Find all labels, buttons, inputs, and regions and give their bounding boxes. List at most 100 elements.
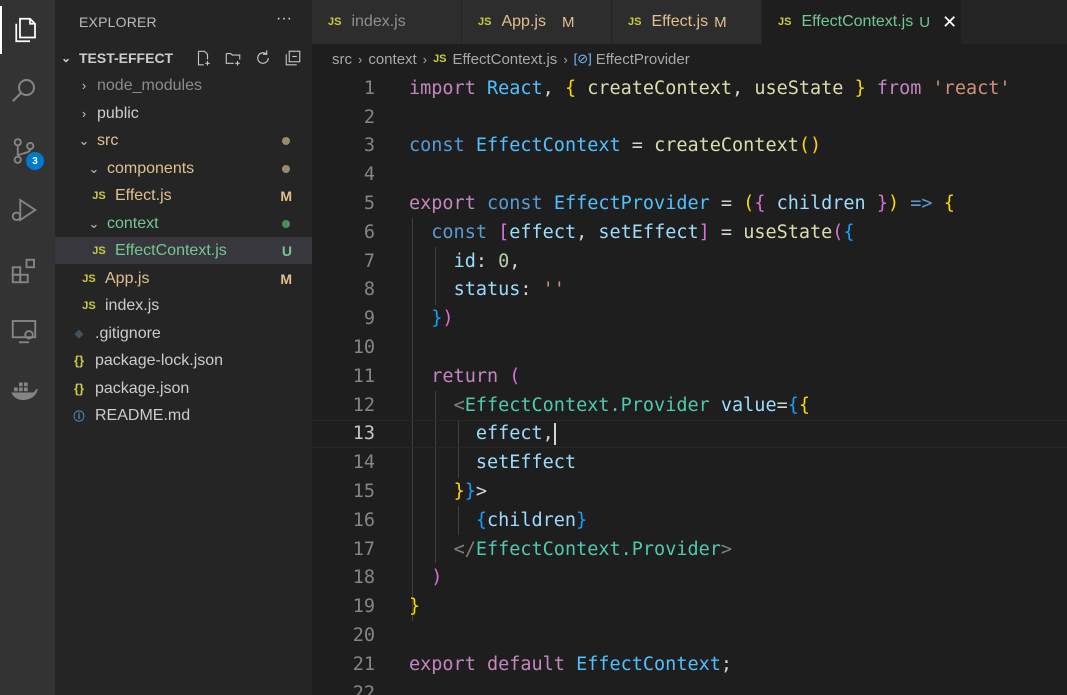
code-text[interactable]: }) [409, 308, 453, 329]
line-number: 9 [363, 308, 375, 330]
tree-item-package-json[interactable]: {} package.json [55, 375, 312, 402]
code-text[interactable]: const EffectContext = createContext() [409, 135, 821, 156]
code-line[interactable]: 10 [312, 333, 1067, 362]
line-number: 11 [352, 365, 375, 387]
tree-item-label: index.js [105, 296, 160, 314]
code-line[interactable]: 21 export default EffectContext; [312, 650, 1067, 679]
new-file-icon[interactable] [192, 48, 214, 68]
code-line[interactable]: 7 id: 0, [312, 247, 1067, 276]
code-line[interactable]: 18 ) [312, 564, 1067, 593]
tree-item-gitignore[interactable]: ◆ .gitignore [55, 320, 312, 347]
tree-item-components[interactable]: ⌄ components [55, 155, 312, 182]
untracked-dot-icon [282, 219, 290, 228]
more-actions-icon[interactable]: ··· [276, 10, 292, 28]
line-number: 18 [352, 567, 375, 589]
tree-item-app-js[interactable]: JS App.js M [55, 265, 312, 292]
code-line[interactable]: 22 [312, 679, 1067, 695]
search-icon[interactable] [0, 66, 48, 114]
code-line[interactable]: 1 import React, { createContext, useState… [312, 74, 1067, 103]
code-line[interactable]: 13 effect, [312, 419, 1067, 449]
refresh-icon[interactable] [252, 48, 274, 68]
code-line[interactable]: 9 }) [312, 304, 1067, 333]
json-file-icon: {} [73, 353, 85, 368]
code-line[interactable]: 4 [312, 160, 1067, 189]
code-line[interactable]: 19} [312, 592, 1067, 621]
symbol-variable-icon: [⊘] [573, 51, 592, 66]
collapse-all-icon[interactable] [282, 48, 304, 68]
code-text[interactable]: id: 0, [409, 251, 521, 272]
code-text[interactable]: import React, { createContext, useState … [409, 78, 1011, 99]
code-line[interactable]: 11 return ( [312, 362, 1067, 391]
project-section-header[interactable]: ⌄ TEST-EFFECT [55, 44, 312, 72]
chevron-right-icon: › [563, 51, 568, 67]
docker-icon[interactable] [0, 366, 48, 414]
tree-item-effect-js[interactable]: JS Effect.js M [55, 182, 312, 209]
git-status-badge: U [919, 13, 931, 31]
breadcrumb-item[interactable]: EffectContext.js [453, 51, 558, 68]
code-text[interactable]: }}> [409, 481, 487, 502]
new-folder-icon[interactable] [222, 48, 244, 68]
text-cursor [553, 422, 556, 445]
tree-item-src[interactable]: ⌄ src [55, 127, 312, 154]
line-number: 22 [352, 682, 375, 695]
code-text[interactable]: export default EffectContext; [409, 654, 732, 675]
code-text[interactable]: const [effect, setEffect] = useState({ [409, 222, 854, 243]
tree-item-index-js[interactable]: JS index.js [55, 292, 312, 319]
code-text[interactable]: } [409, 596, 420, 617]
code-line[interactable]: 6 const [effect, setEffect] = useState({ [312, 218, 1067, 247]
tree-item-label: README.md [95, 406, 191, 424]
explorer-icon[interactable] [0, 6, 48, 54]
code-line[interactable]: 12 <EffectContext.Provider value={{ [312, 391, 1067, 420]
tree-item-public[interactable]: › public [55, 100, 312, 127]
js-file-icon: JS [433, 53, 447, 65]
tree-item-effectcontext-js[interactable]: JS EffectContext.js U [55, 237, 312, 264]
code-line[interactable]: 17 </EffectContext.Provider> [312, 535, 1067, 564]
code-text[interactable]: status: '' [409, 279, 565, 300]
tree-item-label: App.js [105, 269, 150, 287]
tree-item-label: public [97, 104, 139, 122]
chevron-right-icon: › [422, 51, 428, 67]
line-number: 7 [363, 250, 375, 272]
code-line[interactable]: 15 }}> [312, 477, 1067, 506]
code-text[interactable]: {children} [409, 510, 587, 531]
close-tab-icon[interactable]: ✕ [942, 12, 957, 33]
code-text[interactable]: effect, [409, 422, 556, 445]
code-text[interactable]: setEffect [409, 452, 576, 473]
breadcrumb-item[interactable]: src [332, 51, 352, 68]
js-file-icon: JS [478, 16, 492, 28]
code-text[interactable]: return ( [409, 366, 520, 387]
code-line[interactable]: 8 status: '' [312, 276, 1067, 305]
tab-label: EffectContext.js [801, 13, 914, 30]
code-line[interactable]: 2 [312, 103, 1067, 132]
code-line[interactable]: 14 setEffect [312, 448, 1067, 477]
code-text[interactable]: </EffectContext.Provider> [409, 539, 732, 560]
tree-item-label: package.json [95, 379, 190, 397]
tab-app-js[interactable]: JS App.js M [462, 0, 612, 44]
code-editor[interactable]: 1 import React, { createContext, useState… [312, 74, 1067, 695]
project-name: TEST-EFFECT [79, 50, 174, 66]
extensions-icon[interactable] [0, 247, 48, 295]
breadcrumb-item[interactable]: context [368, 51, 416, 68]
js-file-icon: JS [82, 272, 96, 285]
tree-item-readme-md[interactable]: ⓘ README.md [55, 402, 312, 429]
code-line[interactable]: 5 export const EffectProvider = ({ childr… [312, 189, 1067, 218]
tab-index-js[interactable]: JS index.js [312, 0, 462, 44]
tree-item-package-lock-json[interactable]: {} package-lock.json [55, 347, 312, 374]
tab-effect-js[interactable]: JS Effect.js M [612, 0, 762, 44]
info-file-icon: ⓘ [73, 410, 85, 423]
code-text[interactable]: ) [409, 567, 442, 588]
run-debug-icon[interactable] [0, 186, 48, 234]
tree-item-node-modules[interactable]: › node_modules [55, 72, 312, 99]
remote-explorer-icon[interactable] [0, 307, 48, 355]
tab-effectcontext-js[interactable]: JS EffectContext.js U ✕ [762, 0, 962, 44]
code-line[interactable]: 16 {children} [312, 506, 1067, 535]
chevron-right-icon: › [81, 78, 87, 93]
code-text[interactable]: <EffectContext.Provider value={{ [409, 395, 810, 416]
code-text[interactable]: export const EffectProvider = ({ childre… [409, 193, 955, 214]
breadcrumb-item[interactable]: EffectProvider [596, 51, 690, 68]
code-line[interactable]: 20 [312, 621, 1067, 650]
line-number: 14 [352, 452, 375, 474]
tree-item-context[interactable]: ⌄ context [55, 210, 312, 237]
js-file-icon: JS [328, 16, 342, 28]
code-line[interactable]: 3 const EffectContext = createContext() [312, 132, 1067, 161]
